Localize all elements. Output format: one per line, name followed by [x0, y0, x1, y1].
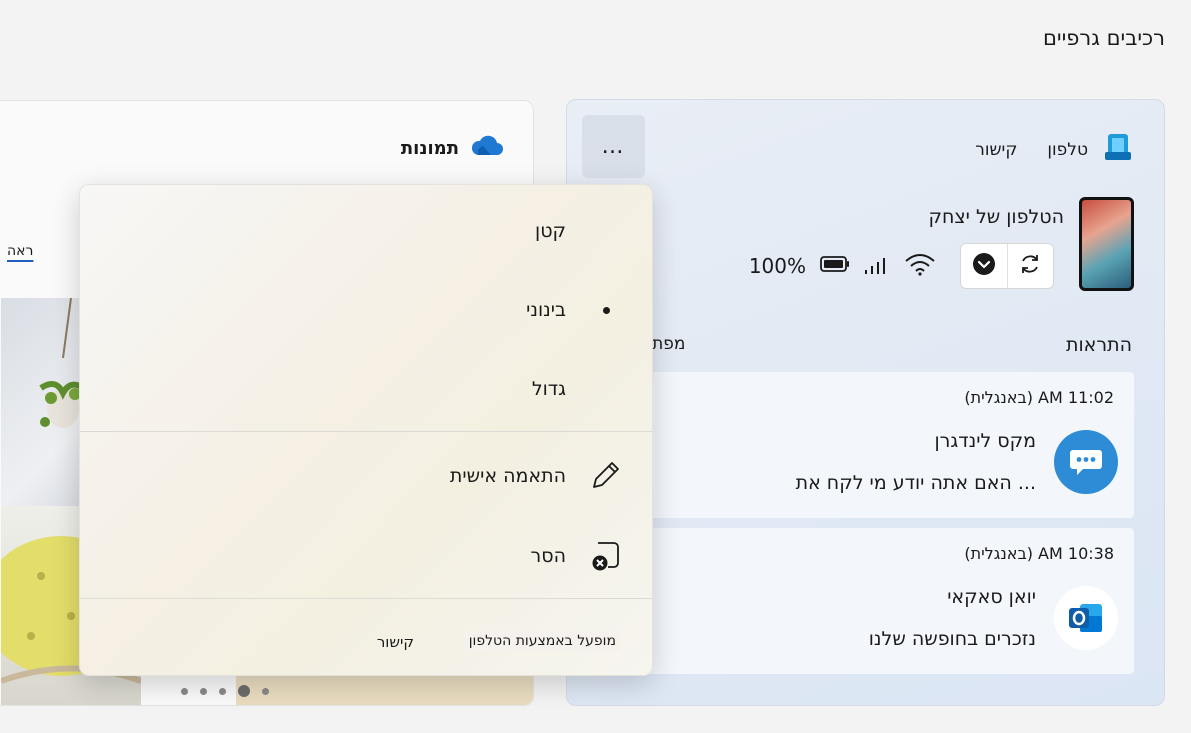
carousel-dot[interactable]	[200, 687, 207, 695]
widget-context-menu[interactable]: קטן בינוני גדול התאמה אישית הסר מופעל בא…	[79, 184, 653, 676]
menu-divider	[80, 431, 652, 432]
menu-item-label: הסר	[530, 545, 566, 567]
sync-icon	[1018, 252, 1042, 280]
phone-wallpaper-thumbnail	[1079, 197, 1134, 291]
notification-text: נזכרים בחופשה שלנו	[868, 628, 1036, 650]
carousel-dot[interactable]	[181, 687, 188, 695]
selected-bullet-icon	[603, 307, 610, 314]
messages-icon	[1054, 430, 1118, 494]
carousel-dot[interactable]	[262, 687, 269, 695]
phone-status-row: 100%	[749, 252, 936, 280]
wifi-icon	[904, 252, 936, 280]
notifications-label: התראות	[1066, 334, 1132, 356]
menu-item-medium[interactable]: בינוני	[80, 281, 652, 341]
see-more-link[interactable]: ראה	[7, 243, 33, 259]
phone-link-widget[interactable]: … טלפון קישור הטלפון של יצחק 100% התראות…	[566, 99, 1165, 706]
outlook-icon	[1054, 586, 1118, 650]
notification-card[interactable]: 10:38 AM (באנגלית) יואן סאקאי נזכרים בחו…	[639, 528, 1134, 674]
remove-widget-icon	[588, 539, 622, 573]
menu-item-label: קטן	[535, 220, 566, 242]
menu-item-label: בינוני	[526, 299, 566, 321]
more-options-button[interactable]: …	[582, 115, 645, 178]
page-title: רכיבים גרפיים	[1042, 26, 1165, 50]
photos-header: תמונות	[401, 135, 503, 161]
menu-footer: מופעל באמצעות הטלפון קישור	[80, 615, 652, 675]
menu-divider	[80, 598, 652, 599]
phone-widget-title: טלפון	[1047, 140, 1088, 160]
menu-item-label: גדול	[531, 378, 566, 400]
menu-item-large[interactable]: גדול	[80, 360, 652, 420]
carousel-dot[interactable]	[219, 687, 226, 695]
carousel-dot-active[interactable]	[238, 685, 250, 697]
powered-by-text: מופעל באמצעות הטלפון	[464, 631, 620, 651]
onedrive-cloud-icon	[469, 135, 503, 161]
menu-item-label: התאמה אישית	[449, 465, 566, 487]
carousel-dots[interactable]	[181, 685, 269, 697]
expand-button[interactable]	[961, 244, 1007, 288]
chevron-down-icon	[972, 252, 996, 280]
menu-item-customize[interactable]: התאמה אישית	[80, 447, 652, 507]
notification-time: 10:38 AM (באנגלית)	[964, 544, 1114, 563]
battery-percent: 100%	[748, 254, 806, 278]
notification-sender: מקס לינדגרן	[934, 430, 1036, 452]
powered-by-link[interactable]: קישור	[377, 633, 414, 651]
battery-icon	[820, 255, 850, 277]
notification-time: 11:02 AM (באנגלית)	[964, 388, 1114, 407]
notification-text: האם אתה יודע מי לקח את ...	[795, 472, 1036, 494]
cellular-signal-icon	[864, 253, 890, 279]
notification-card[interactable]: 11:02 AM (באנגלית) מקס לינדגרן האם אתה י…	[639, 372, 1134, 518]
pencil-icon	[588, 459, 622, 493]
notification-sender: יואן סאקאי	[947, 586, 1036, 608]
phone-widget-link[interactable]: קישור	[975, 140, 1017, 160]
phone-controls	[960, 243, 1054, 289]
phone-link-app-icon	[1102, 132, 1134, 168]
menu-item-small[interactable]: קטן	[80, 202, 652, 262]
phone-widget-header: טלפון קישור	[975, 132, 1134, 168]
phone-name: הטלפון של יצחק	[928, 206, 1064, 228]
photos-title: תמונות	[400, 137, 459, 159]
menu-item-remove[interactable]: הסר	[80, 527, 652, 587]
sync-button[interactable]	[1006, 244, 1054, 288]
